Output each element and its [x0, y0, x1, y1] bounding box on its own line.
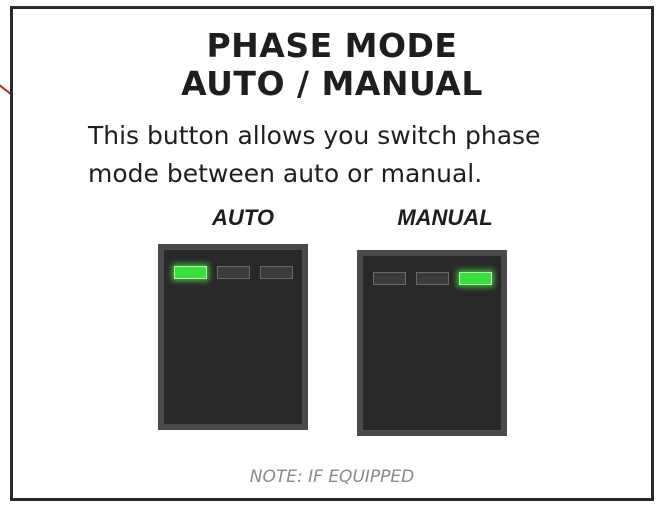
manual-panel-label: MANUAL	[397, 205, 493, 230]
manual-indicator-led-1	[373, 272, 406, 285]
title-line-1: PHASE MODE	[206, 26, 458, 65]
description-text: This button allows you switch phase mode…	[88, 117, 608, 193]
equipment-note: NOTE: IF EQUIPPED	[249, 467, 415, 487]
manual-mode-button-panel	[357, 250, 507, 436]
auto-panel-label: AUTO	[212, 205, 274, 230]
description-line-2: mode between auto or manual.	[88, 159, 483, 188]
auto-indicator-led-1	[174, 266, 207, 279]
manual-indicator-led-3	[459, 272, 492, 285]
auto-mode-button-panel	[158, 244, 308, 430]
auto-indicator-led-2	[217, 266, 250, 279]
manual-indicator-led-2	[416, 272, 449, 285]
description-line-1: This button allows you switch phase	[88, 121, 541, 150]
title-line-2: AUTO / MANUAL	[181, 64, 483, 103]
page-title: PHASE MODE AUTO / MANUAL	[13, 27, 651, 103]
info-card: PHASE MODE AUTO / MANUAL This button all…	[10, 6, 654, 501]
auto-indicator-led-3	[260, 266, 293, 279]
